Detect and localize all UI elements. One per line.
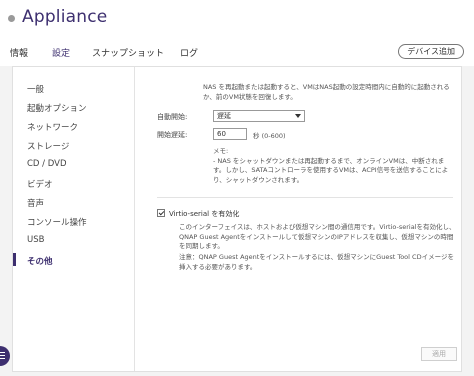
sidebar-item-storage[interactable]: ストレージ — [27, 140, 69, 152]
add-device-button[interactable]: デバイス追加 — [398, 44, 464, 59]
status-dot-icon — [8, 15, 15, 22]
settings-sidebar: 一般 起動オプション ネットワーク ストレージ CD / DVD ビデオ 音声 … — [13, 67, 135, 371]
autostart-description: NAS を再起動または起動すると、VMはNAS起動の設定時間内に自動的に起動され… — [203, 83, 450, 101]
sidebar-item-cd-dvd[interactable]: CD / DVD — [27, 159, 67, 169]
menu-icon — [0, 352, 5, 353]
apply-button[interactable]: 適用 — [421, 347, 457, 361]
settings-panel: 一般 起動オプション ネットワーク ストレージ CD / DVD ビデオ 音声 … — [12, 66, 462, 372]
sidebar-item-video[interactable]: ビデオ — [27, 178, 53, 190]
section-divider — [157, 197, 453, 198]
tab-log[interactable]: ログ — [180, 46, 198, 59]
sidebar-item-general[interactable]: 一般 — [27, 83, 44, 95]
delay-label: 開始遅延: — [157, 131, 188, 139]
memo-title: メモ: — [213, 147, 229, 155]
sidebar-item-boot-options[interactable]: 起動オプション — [27, 102, 87, 114]
main-settings: NAS を再起動または起動すると、VMはNAS起動の設定時間内に自動的に起動され… — [135, 67, 461, 371]
tab-info[interactable]: 情報 — [10, 46, 28, 59]
sidebar-item-other[interactable]: その他 — [27, 255, 53, 267]
autostart-label: 自動開始: — [157, 113, 188, 121]
memo: メモ: - NAS をシャットダウンまたは再起動するまで、オンラインVMは、中断… — [213, 147, 453, 185]
tab-snapshot[interactable]: スナップショット — [92, 46, 164, 59]
tab-settings[interactable]: 設定 — [52, 46, 70, 59]
autostart-selected-value: 遅延 — [217, 112, 231, 120]
delay-unit: 秒 (0-600) — [253, 132, 286, 140]
sidebar-item-audio[interactable]: 音声 — [27, 197, 44, 209]
sidebar-item-usb[interactable]: USB — [27, 235, 44, 245]
title-bar: Appliance — [0, 0, 474, 38]
delay-input[interactable]: 60 — [213, 128, 247, 140]
memo-text: - NAS をシャットダウンまたは再起動するまで、オンラインVMは、中断されます… — [213, 156, 449, 184]
content-area: 一般 起動オプション ネットワーク ストレージ CD / DVD ビデオ 音声 … — [0, 66, 474, 376]
active-item-marker — [13, 253, 16, 266]
virtio-note: 注意：QNAP Guest Agentをインストールするには、仮想マシンにGue… — [179, 253, 454, 271]
sidebar-item-network[interactable]: ネットワーク — [27, 121, 78, 133]
sidebar-item-console[interactable]: コンソール操作 — [27, 216, 87, 228]
app-title: Appliance — [22, 7, 108, 27]
virtio-checkbox[interactable] — [157, 209, 165, 217]
tab-bar: 情報 設定 スナップショット ログ デバイス追加 — [0, 38, 474, 66]
chevron-down-icon — [295, 114, 301, 118]
virtio-description: このインターフェイスは、ホストおよび仮想マシン間の通信用です。Virtio-se… — [179, 223, 456, 250]
virtio-checkbox-label[interactable]: Virtio-serial を有効化 — [169, 209, 239, 219]
autostart-select[interactable]: 遅延 — [213, 110, 305, 122]
